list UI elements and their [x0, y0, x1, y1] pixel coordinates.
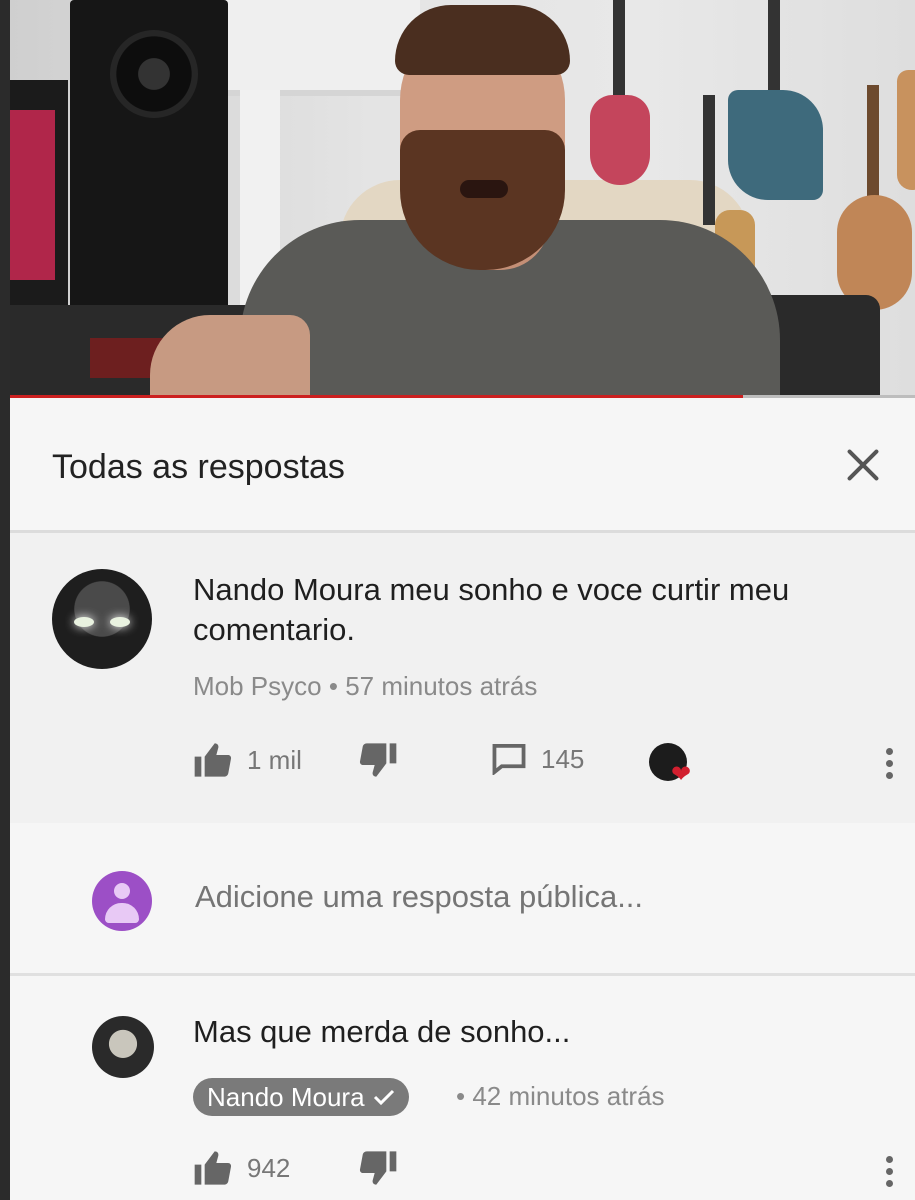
- reply-author: Nando Moura: [207, 1081, 365, 1112]
- add-reply-row: [10, 823, 915, 976]
- comment-actions: 1 mil 145 ❤: [193, 743, 893, 787]
- app-frame: Todas as respostas Nando Moura meu sonho…: [10, 0, 915, 1200]
- thumbs-up-icon: [193, 1151, 233, 1185]
- video-woofer: [110, 30, 198, 118]
- reply-text: Mas que merda de sonho...: [193, 1014, 571, 1049]
- reply-comment: Mas que merda de sonho... Nando Moura • …: [10, 976, 915, 1200]
- guitar-acoustic: [837, 195, 912, 310]
- avatar[interactable]: [92, 1016, 154, 1078]
- dislike-button[interactable]: [358, 1151, 398, 1185]
- avatar-eye: [110, 617, 130, 627]
- like-count: 1 mil: [247, 744, 302, 775]
- avatar-body: [105, 903, 139, 923]
- video-monitor-screen: [10, 110, 55, 280]
- comment-text: Nando Moura meu sonho e voce curtir meu …: [193, 572, 790, 647]
- top-comment: Nando Moura meu sonho e voce curtir meu …: [10, 533, 915, 823]
- guitar-acoustic-edge: [897, 70, 915, 190]
- like-button[interactable]: 942: [193, 1151, 290, 1185]
- like-button[interactable]: 1 mil: [193, 743, 302, 777]
- video-person-hair: [395, 5, 570, 75]
- thumbs-down-icon: [358, 1151, 398, 1185]
- comment-author[interactable]: Mob Psyco: [193, 671, 322, 701]
- guitar-neck: [613, 0, 625, 110]
- comment-time: 57 minutos atrás: [345, 671, 538, 701]
- guitar-neck: [703, 95, 715, 225]
- reply-count: 145: [541, 743, 585, 774]
- meta-separator: •: [456, 1081, 466, 1111]
- reply-input[interactable]: [193, 878, 877, 916]
- more-vert-icon[interactable]: [879, 1151, 899, 1195]
- video-person-mouth: [460, 180, 508, 198]
- video-shelf: [220, 0, 420, 96]
- dislike-button[interactable]: [358, 743, 398, 777]
- panel-title: Todas as respostas: [52, 448, 345, 486]
- avatar[interactable]: [52, 569, 152, 669]
- video-person-arm: [150, 315, 310, 398]
- thumbs-up-icon: [193, 743, 233, 777]
- thumbs-down-icon: [358, 743, 398, 777]
- meta-separator: •: [328, 671, 338, 701]
- video-player[interactable]: [10, 0, 915, 398]
- reply-actions: 942: [193, 1151, 893, 1195]
- comment-meta: Mob Psyco • 57 minutos atrás: [193, 671, 537, 702]
- author-badge[interactable]: Nando Moura: [193, 1078, 409, 1116]
- reply-icon: [491, 743, 527, 775]
- panel-header: Todas as respostas: [10, 398, 915, 533]
- guitar-pink: [590, 95, 650, 185]
- avatar-head: [114, 883, 130, 899]
- reply-time: 42 minutos atrás: [472, 1081, 665, 1111]
- close-icon[interactable]: [838, 440, 888, 490]
- more-vert-icon[interactable]: [879, 743, 899, 787]
- like-count: 942: [247, 1152, 291, 1183]
- guitar-blue: [728, 90, 823, 200]
- creator-heart-icon: ❤: [671, 761, 692, 788]
- reply-meta: • 42 minutos atrás: [456, 1081, 665, 1112]
- replies-panel: Todas as respostas Nando Moura meu sonho…: [10, 398, 915, 1200]
- avatar-eye: [74, 617, 94, 627]
- user-avatar[interactable]: [92, 871, 152, 931]
- checkmark-icon: [373, 1088, 395, 1106]
- replies-button[interactable]: 145: [491, 743, 584, 775]
